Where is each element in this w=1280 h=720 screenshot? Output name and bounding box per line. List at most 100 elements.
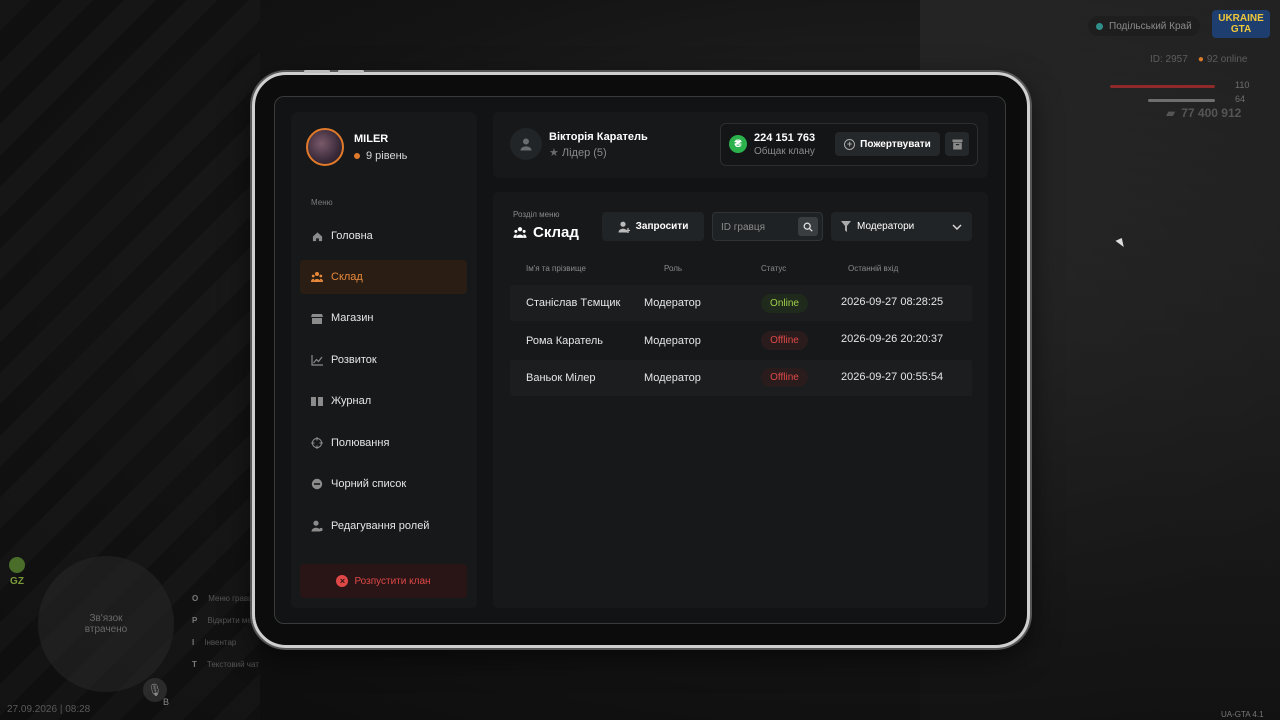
armor-bar [1148, 99, 1215, 102]
book-icon [311, 395, 323, 407]
sidebar-item-blacklist[interactable]: Чорний список [300, 467, 467, 501]
sidebar-item-journal[interactable]: Журнал [300, 384, 467, 418]
sidebar-item-shop[interactable]: Магазин [300, 301, 467, 335]
donate-label: Пожертвувати [860, 138, 931, 150]
member-last-login: 2026-09-27 08:28:25 [841, 296, 944, 308]
archive-icon [952, 139, 962, 149]
sidebar-item-development[interactable]: Розвиток [300, 343, 467, 377]
chart-icon [311, 354, 323, 366]
player-id: ID: 2957 [1150, 54, 1188, 65]
column-header-last-login: Останній вхід [848, 264, 899, 273]
leader-role-text: Лідер (5) [561, 147, 607, 159]
sidebar-item-label: Журнал [331, 395, 372, 407]
section-label: Розділ меню [513, 210, 560, 219]
server-badge: Подільський Край [1088, 16, 1200, 36]
sidebar-item-hunting[interactable]: Полювання [300, 426, 467, 460]
mic-key: B [163, 697, 170, 707]
invite-button[interactable]: Запросити [602, 212, 704, 241]
users-icon [513, 227, 527, 238]
game-logo: UKRAINE GTA [1212, 10, 1270, 38]
sidebar-item-label: Головна [331, 230, 373, 242]
profile-level-text: 9 рівень [366, 149, 408, 162]
avatar [306, 128, 344, 166]
sidebar-item-label: Полювання [331, 437, 390, 449]
player-search [712, 212, 823, 241]
member-role: Модератор [644, 297, 701, 309]
crosshair-icon [311, 437, 323, 449]
storage-box-button[interactable] [945, 132, 969, 156]
plus-circle-icon: + [844, 138, 856, 150]
search-icon [803, 222, 813, 232]
member-name: Ваньок Мілер [526, 372, 596, 384]
sidebar-item-home[interactable]: Головна [300, 219, 467, 253]
server-name: Подільський Край [1109, 20, 1192, 32]
filter-value: Модератори [857, 221, 915, 232]
page-title: Склад [513, 224, 579, 241]
block-icon [311, 478, 323, 490]
status-badge: Online [761, 294, 808, 313]
sidebar-item-edit-roles[interactable]: Редагування ролей [300, 509, 467, 543]
money-value: 77 400 912 [1181, 106, 1242, 120]
donate-button[interactable]: + Пожертвувати [835, 132, 940, 156]
member-last-login: 2026-09-27 00:55:54 [841, 371, 944, 383]
member-last-login: 2026-09-26 20:20:37 [841, 333, 944, 345]
menu-title: Меню [311, 198, 333, 207]
filter-icon [841, 221, 851, 232]
member-role: Модератор [644, 372, 701, 384]
main-panel [493, 192, 988, 608]
profile-name: MILER [354, 132, 389, 145]
logo-text-top: UKRAINE [1218, 13, 1264, 24]
keybind-hint: I Інвентар [192, 638, 237, 647]
sidebar-item-label: Магазин [331, 312, 374, 324]
minimap: Зв'язок втрачено [38, 556, 174, 692]
profile-card: MILER 9 рівень [306, 128, 407, 166]
health-value: 110 [1235, 80, 1250, 90]
bank-amount: 224 151 763 [754, 132, 816, 144]
member-name: Станіслав Тємщик [526, 297, 621, 309]
sidebar-item-storage[interactable]: Склад [300, 260, 467, 294]
gang-zone-label: GZ [10, 576, 24, 587]
server-icon [1096, 22, 1103, 30]
currency-icon: ₴ [729, 135, 747, 153]
close-circle-icon: × [336, 575, 349, 587]
column-header-name: Ім'я та прізвище [526, 264, 586, 273]
member-name: Рома Каратель [526, 335, 604, 347]
search-input[interactable] [721, 218, 793, 236]
user-edit-icon [311, 520, 323, 532]
status-badge: Offline [761, 368, 808, 387]
gang-zone-indicator: GZ [8, 557, 26, 587]
column-header-status: Статус [761, 264, 787, 273]
money-display: ▰ 77 400 912 [1166, 106, 1241, 120]
armor-value: 64 [1235, 94, 1246, 104]
sidebar-item-label: Чорний список [331, 478, 407, 490]
chevron-down-icon [952, 224, 962, 230]
profile-level: 9 рівень [354, 150, 407, 162]
column-header-role: Роль [664, 264, 683, 273]
shop-icon [311, 312, 323, 324]
invite-label: Запросити [635, 221, 689, 232]
leader-avatar [510, 128, 542, 160]
money-icon: ▰ [1166, 106, 1176, 120]
logo-text-bottom: GTA [1230, 24, 1252, 35]
online-count: 92 online [1198, 54, 1248, 65]
sidebar-item-label: Редагування ролей [331, 520, 430, 532]
tablet-hardware-button [338, 70, 364, 73]
search-button[interactable] [798, 217, 818, 236]
user-icon [520, 138, 532, 151]
keybind-hint: T Текстовий чат [192, 660, 259, 669]
member-role: Модератор [644, 335, 701, 347]
bank-label: Общак клану [754, 146, 815, 157]
status-badge: Offline [761, 331, 808, 350]
level-dot-icon [354, 152, 360, 159]
role-filter-select[interactable]: Модератори [831, 212, 972, 241]
health-bar [1110, 85, 1215, 88]
gang-zone-icon [9, 557, 25, 573]
add-user-icon [618, 221, 630, 233]
leader-name: Вікторія Каратель [549, 131, 648, 143]
sidebar-item-label: Розвиток [331, 354, 377, 366]
disband-clan-button[interactable]: × Розпустити клан [300, 564, 467, 598]
minimap-text: Зв'язок втрачено [84, 613, 128, 635]
tablet-hardware-button [304, 70, 330, 73]
sidebar-item-label: Склад [331, 271, 363, 283]
datetime: 27.09.2026 | 08:28 [7, 704, 91, 715]
